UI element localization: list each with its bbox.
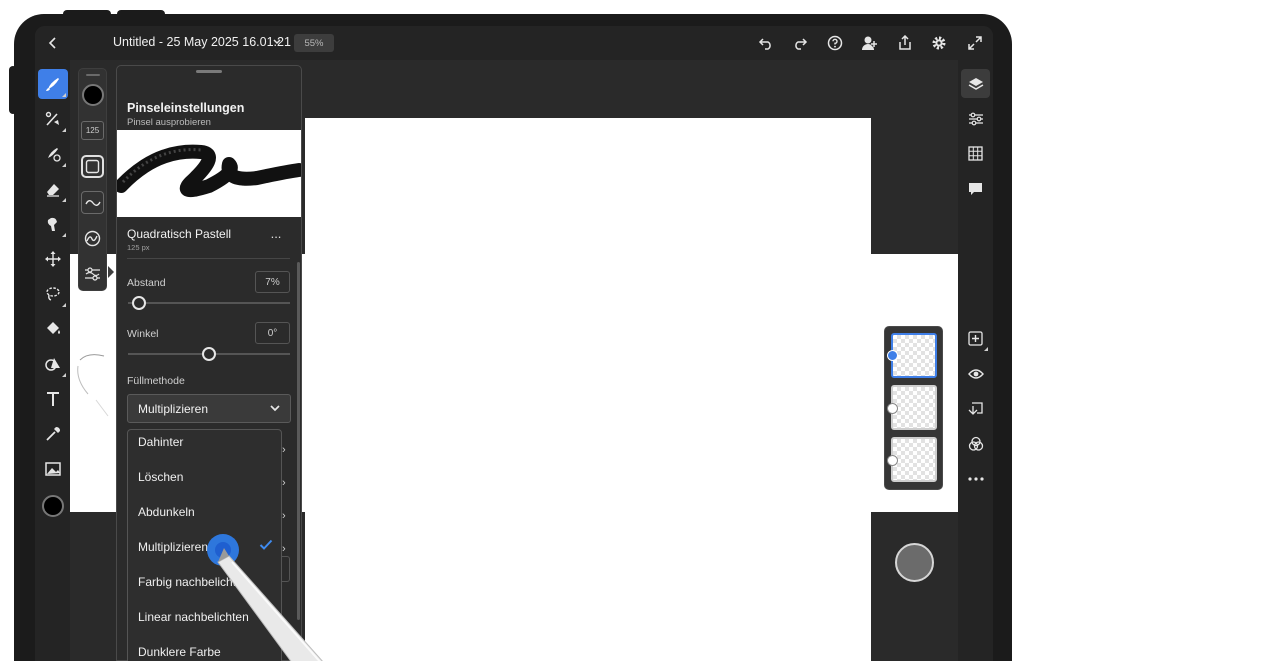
adjustments-icon[interactable]	[961, 104, 990, 133]
angle-value[interactable]: 0°	[255, 322, 290, 344]
comments-icon[interactable]	[961, 174, 990, 203]
menu-item[interactable]: Löschen	[138, 470, 183, 484]
share-user-icon[interactable]	[860, 33, 880, 53]
color-swatch[interactable]	[42, 495, 64, 517]
angle-label: Winkel	[127, 328, 159, 340]
chevron-right-icon: ›	[282, 543, 286, 555]
chevron-right-icon: ›	[282, 444, 286, 456]
brush-color-swatch[interactable]	[82, 84, 104, 106]
settings-icon[interactable]	[929, 33, 949, 53]
visibility-icon[interactable]	[961, 359, 990, 388]
eyedropper-tool[interactable]	[38, 419, 68, 449]
redo-icon[interactable]	[790, 33, 810, 53]
panel-divider	[127, 258, 290, 259]
spacing-slider-track[interactable]	[128, 302, 290, 304]
menu-item[interactable]: Dunklere Farbe	[138, 645, 221, 659]
grid-icon[interactable]	[961, 139, 990, 168]
move-tool[interactable]	[38, 244, 68, 274]
adjustment-brush-tool[interactable]	[38, 139, 68, 169]
angle-slider-knob[interactable]	[202, 347, 216, 361]
checkmark-icon	[258, 537, 274, 553]
chevron-right-icon: ›	[282, 510, 286, 522]
brush-stroke-icon[interactable]	[81, 191, 104, 214]
brush-settings-icon[interactable]	[81, 263, 104, 286]
brush-preview[interactable]	[114, 130, 306, 217]
layer-badge-icon	[887, 350, 898, 361]
more-icon[interactable]	[961, 464, 990, 493]
brush-flow-icon[interactable]	[81, 227, 104, 250]
spacing-value[interactable]: 7%	[255, 271, 290, 293]
menu-item[interactable]: Dahinter	[138, 435, 183, 449]
panel-grip[interactable]	[196, 70, 222, 73]
pixel-brush-tool[interactable]	[38, 104, 68, 134]
sub-toolbar-grip[interactable]	[86, 74, 100, 76]
type-tool[interactable]	[38, 384, 68, 414]
layer-badge-icon	[887, 403, 898, 414]
lasso-tool[interactable]	[38, 279, 68, 309]
brush-more-button[interactable]: ...	[268, 227, 284, 243]
layer-properties-icon[interactable]	[961, 394, 990, 423]
eraser-tool[interactable]	[38, 174, 68, 204]
fill-tool[interactable]	[38, 314, 68, 344]
brush-size-value[interactable]: 125	[81, 121, 104, 140]
fullscreen-icon[interactable]	[965, 33, 985, 53]
panel-subtitle: Pinsel ausprobieren	[127, 117, 211, 128]
smudge-tool[interactable]	[38, 209, 68, 239]
document-title[interactable]: Untitled - 25 May 2025 16.01.21	[113, 35, 291, 49]
canvas-stroke	[77, 354, 109, 417]
panel-title: Pinseleinstellungen	[127, 101, 245, 115]
brush-size-label: 125 px	[127, 243, 150, 252]
brush-shape-icon[interactable]	[81, 155, 104, 178]
panel-scrollbar[interactable]	[297, 262, 300, 620]
chevron-down-icon[interactable]	[268, 401, 282, 415]
menu-item-selected[interactable]: Multiplizieren	[138, 540, 208, 554]
shape-tool[interactable]	[38, 349, 68, 379]
chevron-down-icon[interactable]	[270, 35, 284, 49]
back-icon[interactable]	[44, 34, 62, 52]
menu-item[interactable]: Abdunkeln	[138, 505, 195, 519]
layer-badge-icon	[887, 455, 898, 466]
help-icon[interactable]	[825, 33, 845, 53]
export-icon[interactable]	[895, 33, 915, 53]
add-layer-icon[interactable]	[961, 324, 990, 353]
touch-shortcut-button[interactable]	[895, 543, 934, 582]
document-canvas[interactable]	[305, 118, 871, 661]
spacing-label: Abstand	[127, 277, 166, 289]
place-image-tool[interactable]	[38, 454, 68, 484]
paint-brush-tool[interactable]	[38, 69, 68, 99]
blend-icon[interactable]	[961, 429, 990, 458]
hidden-row-box	[282, 556, 290, 582]
chevron-right-icon: ›	[282, 477, 286, 489]
undo-icon[interactable]	[756, 33, 776, 53]
zoom-level[interactable]: 55%	[294, 34, 334, 52]
blend-mode-selected: Multiplizieren	[138, 402, 209, 416]
blend-mode-label: Füllmethode	[127, 375, 185, 387]
menu-item[interactable]: Farbig nachbelichten	[138, 575, 249, 589]
brush-name: Quadratisch Pastell	[127, 227, 232, 241]
menu-item[interactable]: Linear nachbelichten	[138, 610, 249, 624]
layers-icon[interactable]	[961, 69, 990, 98]
sub-toolbar-pointer	[108, 266, 114, 278]
